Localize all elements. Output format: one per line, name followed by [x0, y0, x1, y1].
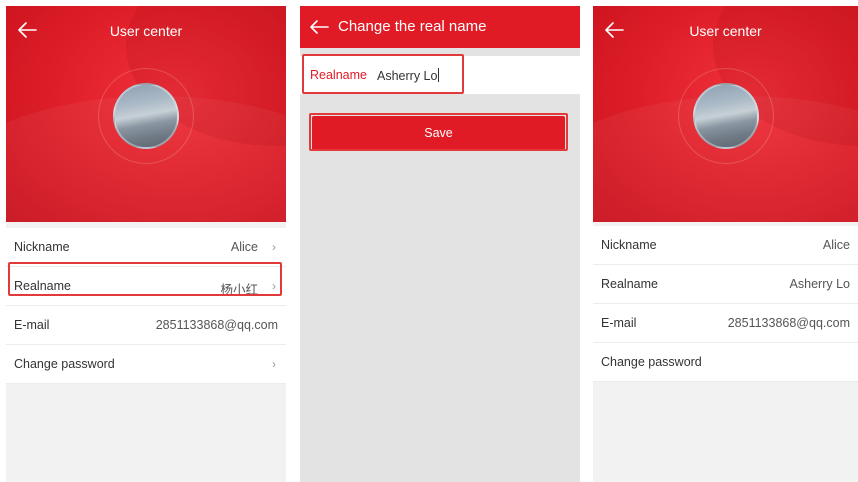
page-title: Change the real name	[338, 18, 487, 35]
change-real-name-screen: Change the real name Realname Asherry Lo…	[300, 6, 580, 482]
change-password-row[interactable]: Change password ›	[6, 345, 286, 384]
row-label: Change password	[14, 357, 115, 371]
tutorial-stage: User center Nickname Alice › Realname 杨小…	[0, 0, 858, 482]
row-label: Nickname	[601, 238, 657, 252]
page-title: User center	[689, 23, 762, 39]
profile-header: User center	[6, 6, 286, 222]
save-highlight	[309, 113, 568, 151]
email-row: E-mail 2851133868@qq.com	[6, 306, 286, 345]
avatar[interactable]	[113, 83, 179, 149]
row-label: Change password	[601, 355, 702, 369]
row-label: Realname	[601, 277, 658, 291]
realname-highlight	[8, 262, 282, 296]
row-value: Asherry Lo	[789, 277, 850, 291]
row-value: Alice	[230, 240, 258, 254]
row-label: E-mail	[601, 316, 637, 330]
nickname-row[interactable]: Nickname Alice	[593, 226, 858, 265]
profile-header: User center	[593, 6, 858, 222]
back-arrow-icon[interactable]	[308, 18, 330, 36]
realname-row[interactable]: Realname Asherry Lo	[593, 265, 858, 304]
user-center-screen-before: User center Nickname Alice › Realname 杨小…	[6, 6, 286, 482]
profile-list: Nickname Alice Realname Asherry Lo E-mai…	[593, 226, 858, 382]
top-bar: Change the real name	[300, 6, 580, 48]
row-value: 2851133868@qq.com	[155, 318, 278, 332]
avatar[interactable]	[692, 83, 759, 149]
chevron-right-icon: ›	[272, 240, 276, 254]
user-center-screen-after: User center Nickname Alice Realname Ashe…	[593, 6, 858, 482]
email-row: E-mail 2851133868@qq.com	[593, 304, 858, 343]
change-password-row[interactable]: Change password	[593, 343, 858, 382]
row-value: Alice	[822, 238, 850, 252]
row-label: Nickname	[14, 240, 70, 254]
row-label: E-mail	[14, 318, 50, 332]
input-highlight	[302, 54, 464, 94]
row-value: 2851133868@qq.com	[727, 316, 850, 330]
chevron-right-icon: ›	[272, 357, 276, 371]
profile-list: Nickname Alice › Realname 杨小红 › E-mail 2…	[6, 228, 286, 384]
page-title: User center	[109, 23, 183, 39]
